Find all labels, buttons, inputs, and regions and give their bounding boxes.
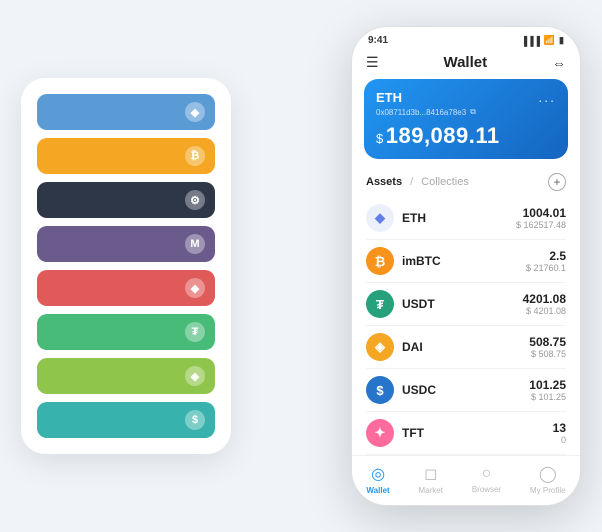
phone: 9:41 ▐▐▐ 📶 ▮ ☰ Wallet ⇔ ETH ... 0x08711d… (351, 26, 581, 506)
asset-name: TFT (402, 426, 424, 440)
nav-label-market: Market (419, 486, 443, 495)
copy-icon[interactable]: ⧉ (470, 107, 476, 117)
asset-icon: ◆ (366, 204, 394, 232)
asset-usd: $ 508.75 (529, 349, 566, 359)
asset-usd: 0 (553, 435, 566, 445)
eth-card-label: ETH (376, 90, 402, 105)
nav-label-wallet: Wallet (366, 486, 389, 495)
asset-right: 1004.01$ 162517.48 (516, 206, 566, 230)
nav-label-browser: Browser (472, 485, 501, 494)
asset-item[interactable]: ◆ ETH 1004.01$ 162517.48 (366, 197, 566, 240)
nav-item-my-profile[interactable]: ◯ My Profile (530, 464, 566, 495)
balance-prefix: $ (376, 131, 384, 146)
card-item[interactable]: ₮ (37, 314, 215, 350)
asset-amount: 508.75 (529, 335, 566, 349)
bottom-nav: ◎ Wallet ◻ Market ○ Browser ◯ My Profile (352, 455, 580, 505)
asset-left: ✦ TFT (366, 419, 424, 447)
asset-item[interactable]: ◈ DAI 508.75$ 508.75 (366, 326, 566, 369)
nav-item-market[interactable]: ◻ Market (419, 464, 443, 495)
asset-right: 101.25$ 101.25 (529, 378, 566, 402)
asset-icon: ◈ (366, 333, 394, 361)
card-item-icon: ◆ (185, 278, 205, 298)
status-icons: ▐▐▐ 📶 ▮ (521, 35, 564, 46)
asset-name: DAI (402, 340, 423, 354)
status-time: 9:41 (368, 35, 388, 46)
asset-usd: $ 4201.08 (523, 306, 566, 316)
asset-name: USDC (402, 383, 436, 397)
nav-icon-market: ◻ (424, 464, 437, 484)
card-stack: ◆ ₿ ⚙ M ◆ ₮ ◈ $ (21, 78, 231, 454)
eth-balance: $189,089.11 (376, 123, 556, 149)
nav-icon-my-profile: ◯ (539, 464, 557, 484)
card-item[interactable]: M (37, 226, 215, 262)
eth-card[interactable]: ETH ... 0x08711d3b...8416a78e3 ⧉ $189,08… (364, 79, 568, 159)
phone-header: ☰ Wallet ⇔ (352, 50, 580, 79)
asset-name: ETH (402, 211, 426, 225)
tab-collecties[interactable]: Collecties (421, 176, 469, 188)
nav-item-wallet[interactable]: ◎ Wallet (366, 464, 389, 495)
card-item-icon: ◆ (185, 102, 205, 122)
asset-right: 4201.08$ 4201.08 (523, 292, 566, 316)
card-item-icon: ◈ (185, 366, 205, 386)
assets-header: Assets / Collecties + (352, 169, 580, 197)
assets-tabs: Assets / Collecties (366, 176, 469, 188)
card-item-icon: ⚙ (185, 190, 205, 210)
asset-usd: $ 21760.1 (526, 263, 566, 273)
nav-icon-wallet: ◎ (371, 464, 385, 484)
asset-amount: 101.25 (529, 378, 566, 392)
asset-left: ₿ imBTC (366, 247, 441, 275)
asset-item[interactable]: $ USDC 101.25$ 101.25 (366, 369, 566, 412)
asset-name: imBTC (402, 254, 441, 268)
card-item[interactable]: ◆ (37, 94, 215, 130)
asset-item[interactable]: ✦ TFT 130 (366, 412, 566, 455)
page-title: Wallet (443, 54, 487, 71)
nav-icon-browser: ○ (482, 465, 492, 483)
asset-icon: ✦ (366, 419, 394, 447)
scan-icon[interactable]: ⇔ (552, 55, 566, 71)
nav-item-browser[interactable]: ○ Browser (472, 465, 501, 494)
asset-right: 2.5$ 21760.1 (526, 249, 566, 273)
asset-left: ◆ ETH (366, 204, 426, 232)
asset-amount: 4201.08 (523, 292, 566, 306)
battery-icon: ▮ (559, 35, 564, 46)
menu-icon[interactable]: ☰ (366, 54, 379, 71)
asset-amount: 1004.01 (516, 206, 566, 220)
asset-usd: $ 162517.48 (516, 220, 566, 230)
asset-item[interactable]: ₮ USDT 4201.08$ 4201.08 (366, 283, 566, 326)
asset-icon: ₮ (366, 290, 394, 318)
add-asset-btn[interactable]: + (548, 173, 566, 191)
eth-more-btn[interactable]: ... (538, 89, 556, 105)
asset-right: 508.75$ 508.75 (529, 335, 566, 359)
tab-divider: / (410, 176, 413, 188)
asset-usd: $ 101.25 (529, 392, 566, 402)
wifi-icon: 📶 (544, 35, 555, 46)
asset-item[interactable]: ₿ imBTC 2.5$ 21760.1 (366, 240, 566, 283)
asset-list: ◆ ETH 1004.01$ 162517.48 ₿ imBTC 2.5$ 21760.1… (352, 197, 580, 455)
card-item-icon: ₮ (185, 322, 205, 342)
tab-assets[interactable]: Assets (366, 176, 402, 188)
asset-left: $ USDC (366, 376, 436, 404)
asset-name: USDT (402, 297, 435, 311)
nav-label-my-profile: My Profile (530, 486, 566, 495)
asset-left: ◈ DAI (366, 333, 423, 361)
card-item[interactable]: ◆ (37, 270, 215, 306)
card-item[interactable]: ₿ (37, 138, 215, 174)
signal-icon: ▐▐▐ (521, 36, 540, 46)
asset-left: ₮ USDT (366, 290, 435, 318)
card-item-icon: M (185, 234, 205, 254)
card-item[interactable]: ⚙ (37, 182, 215, 218)
card-item-icon: $ (185, 410, 205, 430)
eth-address: 0x08711d3b...8416a78e3 ⧉ (376, 107, 556, 117)
card-item[interactable]: $ (37, 402, 215, 438)
asset-right: 130 (553, 421, 566, 445)
card-item-icon: ₿ (185, 146, 205, 166)
asset-amount: 13 (553, 421, 566, 435)
asset-amount: 2.5 (526, 249, 566, 263)
asset-icon: ₿ (366, 247, 394, 275)
asset-icon: $ (366, 376, 394, 404)
scene: ◆ ₿ ⚙ M ◆ ₮ ◈ $ 9:41 ▐▐▐ 📶 ▮ ☰ Wallet ⇔ ETH ...… (21, 16, 581, 516)
card-item[interactable]: ◈ (37, 358, 215, 394)
status-bar: 9:41 ▐▐▐ 📶 ▮ (352, 27, 580, 50)
